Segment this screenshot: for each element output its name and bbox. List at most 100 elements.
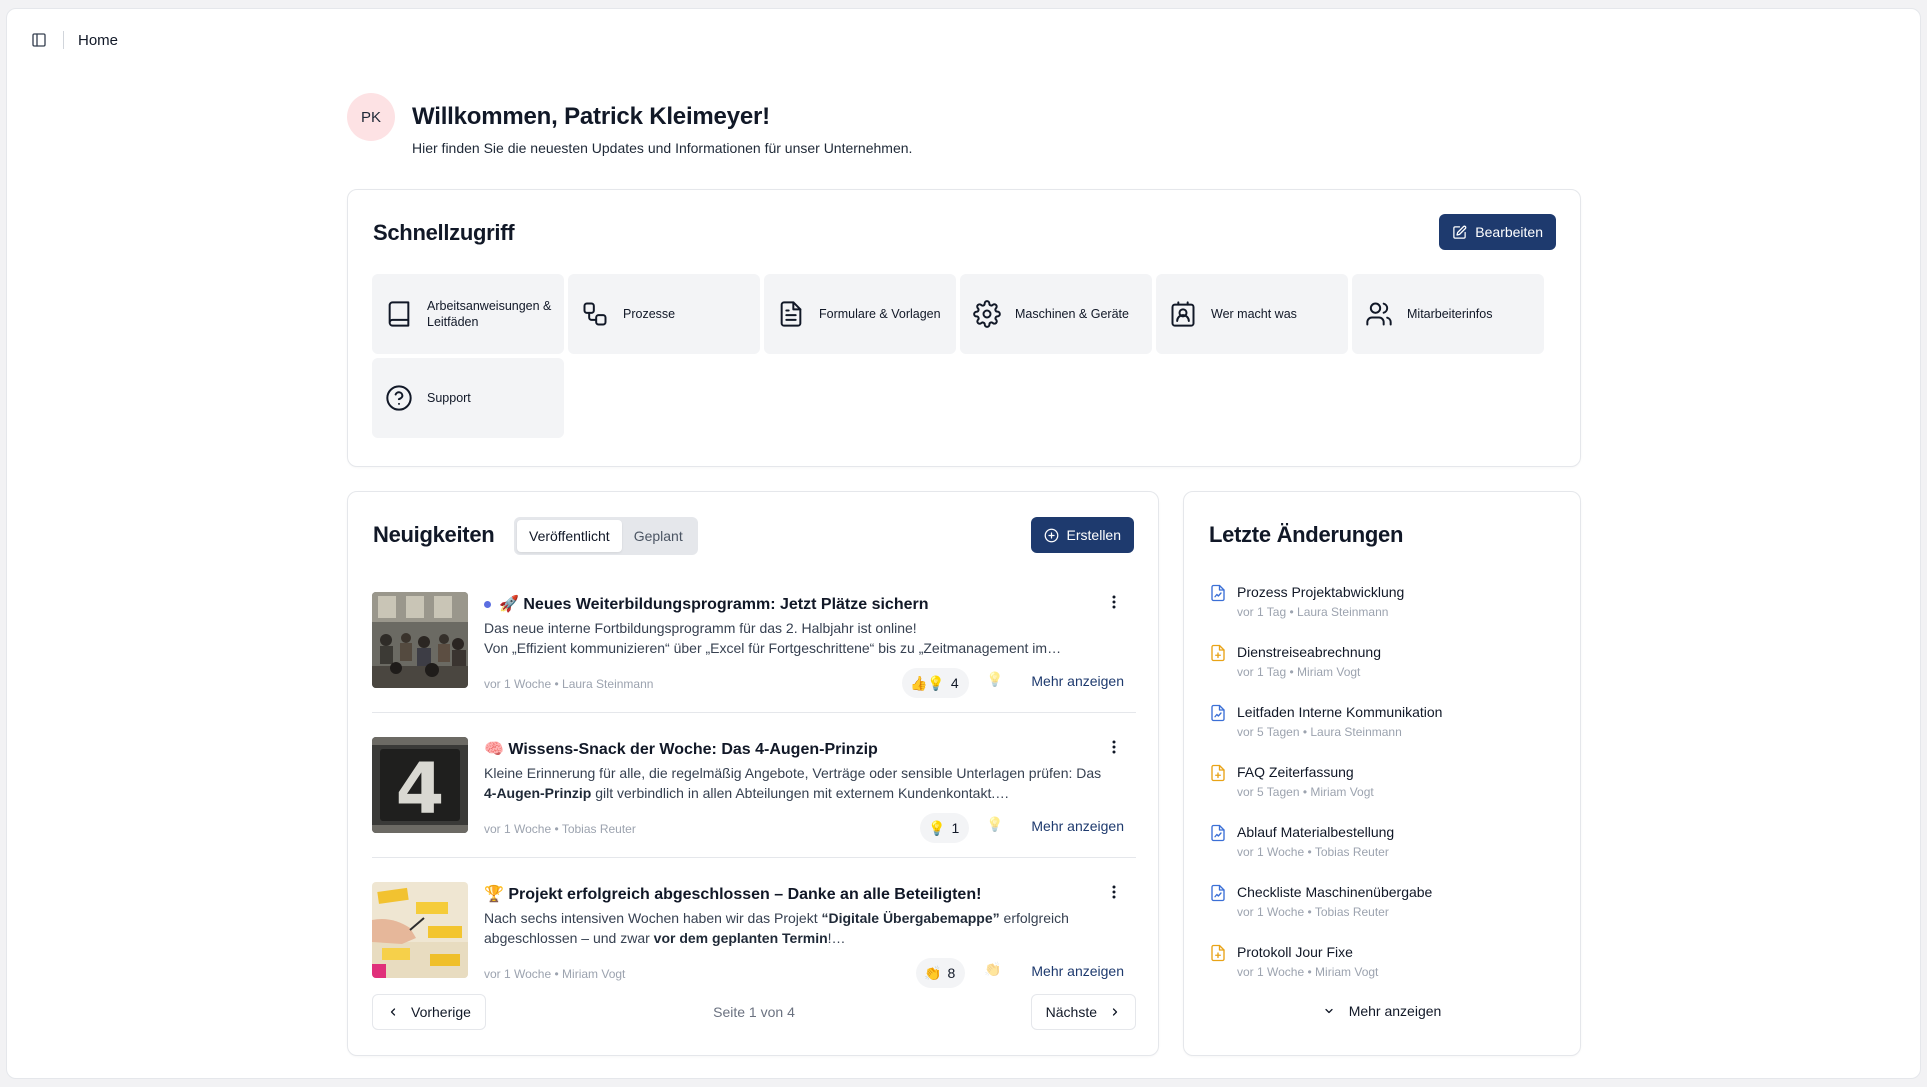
reaction-emoji: 👍💡 — [910, 674, 945, 691]
change-title: Prozess Projektabwicklung — [1237, 584, 1405, 600]
tile-support[interactable]: Support — [372, 358, 564, 438]
show-more-label: Mehr anzeigen — [1348, 1003, 1442, 1019]
post-title[interactable]: 🧠 Wissens-Snack der Woche: Das 4-Augen-P… — [484, 739, 878, 759]
reaction-chip[interactable]: 💡 1 — [920, 813, 970, 843]
post-title[interactable]: 🏆 Projekt erfolgreich abgeschlossen – Da… — [484, 884, 981, 904]
reaction-emoji: 💡 — [928, 819, 946, 836]
workflow-icon — [583, 302, 607, 326]
more-button[interactable]: Mehr anzeigen — [1031, 673, 1124, 689]
more-button[interactable]: Mehr anzeigen — [1031, 818, 1124, 834]
book-icon — [388, 301, 410, 327]
change-meta: vor 5 Tagen • Miriam Vogt — [1237, 785, 1374, 799]
reaction-count: 4 — [950, 675, 959, 691]
news-post[interactable]: 🚀 Neues Weiterbildungsprogramm: Jetzt Pl… — [372, 592, 1136, 713]
post-title-text: 🧠 Wissens-Snack der Woche: Das 4-Augen-P… — [484, 741, 878, 758]
post-excerpt-bold: “Digitale Übergabemappe” — [821, 910, 1000, 926]
avatar[interactable]: PK — [347, 93, 395, 141]
file-text-icon — [780, 301, 802, 327]
change-item[interactable]: Ablauf Materialbestellung vor 1 Woche • … — [1209, 822, 1559, 866]
add-reaction-icon[interactable]: 💡 — [986, 671, 1003, 688]
post-excerpt-bold: 4-Augen-Prinzip — [484, 785, 592, 801]
tile-wer-macht-was[interactable]: Wer macht was — [1156, 274, 1348, 354]
reaction-emoji: 👏 — [924, 964, 942, 981]
page-subtitle: Hier finden Sie die neuesten Updates und… — [412, 140, 913, 156]
change-item[interactable]: Checkliste Maschinenübergabe vor 1 Woche… — [1209, 882, 1559, 926]
tile-arbeitsanweisungen[interactable]: Arbeitsanweisungen & Leitfäden — [372, 274, 564, 354]
tab-scheduled[interactable]: Geplant — [622, 520, 695, 552]
breadcrumb-home[interactable]: Home — [78, 32, 118, 49]
post-excerpt-text: erfolgreich — [999, 910, 1069, 926]
reaction-count: 8 — [947, 965, 956, 981]
post-excerpt-text: Nach sechs intensiven Wochen haben wir d… — [484, 910, 822, 926]
create-button[interactable]: Erstellen — [1030, 517, 1134, 553]
create-button-label: Erstellen — [1066, 527, 1121, 543]
post-excerpt-line: 4-Augen-Prinzip gilt verbindlich in alle… — [484, 783, 1124, 803]
document-blue-icon — [1211, 884, 1225, 902]
help-circle-icon — [386, 385, 412, 411]
topbar-separator — [63, 31, 64, 49]
tile-label: Prozesse — [623, 307, 676, 321]
tab-published[interactable]: Veröffentlicht — [517, 520, 622, 552]
change-title: Protokoll Jour Fixe — [1237, 944, 1353, 960]
tile-maschinen[interactable]: Maschinen & Geräte — [960, 274, 1152, 354]
post-excerpt: Kleine Erinnerung für alle, die regelmäß… — [484, 763, 1124, 803]
change-title: Checkliste Maschinenübergabe — [1237, 884, 1433, 900]
change-time: vor 1 Tag — [1237, 605, 1287, 619]
tile-prozesse[interactable]: Prozesse — [568, 274, 760, 354]
change-title: FAQ Zeiterfassung — [1237, 764, 1354, 780]
tile-label: Support — [427, 391, 471, 405]
more-vertical-icon[interactable] — [1104, 737, 1124, 757]
post-excerpt-line: Nach sechs intensiven Wochen haben wir d… — [484, 908, 1124, 928]
document-blue-icon — [1211, 584, 1225, 602]
change-item[interactable]: Dienstreiseabrechnung vor 1 Tag • Miriam… — [1209, 642, 1559, 686]
change-title: Leitfaden Interne Kommunikation — [1237, 704, 1443, 720]
show-more-changes-button[interactable]: Mehr anzeigen — [1184, 1003, 1580, 1019]
main-content: PK Willkommen, Patrick Kleimeyer! Hier f… — [347, 93, 1581, 1056]
post-excerpt-bold: vor dem geplanten Termin — [653, 930, 828, 946]
plus-circle-icon — [1044, 528, 1058, 542]
change-item[interactable]: Prozess Projektabwicklung vor 1 Tag • La… — [1209, 582, 1559, 626]
gear-icon — [973, 300, 1001, 328]
change-item[interactable]: Leitfaden Interne Kommunikation vor 5 Ta… — [1209, 702, 1559, 746]
change-item[interactable]: Protokoll Jour Fixe vor 1 Woche • Miriam… — [1209, 942, 1559, 986]
change-author: Tobias Reuter — [1314, 905, 1389, 919]
news-post[interactable]: 🏆 Projekt erfolgreich abgeschlossen – Da… — [372, 882, 1136, 1002]
post-divider — [372, 857, 1136, 858]
post-excerpt: Das neue interne Fortbildungsprogramm fü… — [484, 618, 1124, 658]
more-vertical-icon[interactable] — [1104, 592, 1124, 612]
reaction-chip[interactable]: 👏 8 — [916, 958, 966, 988]
change-meta: vor 1 Woche • Tobias Reuter — [1237, 905, 1389, 919]
add-reaction-icon[interactable]: 👏 — [984, 961, 1001, 978]
change-author: Miriam Vogt — [1297, 665, 1361, 679]
post-excerpt-line: Das neue interne Fortbildungsprogramm fü… — [484, 620, 917, 636]
post-time: vor 1 Woche — [484, 822, 552, 836]
quick-access-tiles: Arbeitsanweisungen & Leitfäden Prozesse … — [372, 274, 1552, 438]
add-reaction-icon[interactable]: 💡 — [986, 816, 1003, 833]
tile-mitarbeiterinfos[interactable]: Mitarbeiterinfos — [1352, 274, 1544, 354]
reaction-chip[interactable]: 👍💡 4 — [902, 668, 969, 698]
next-page-button[interactable]: Nächste — [1030, 994, 1136, 1030]
tile-label: Formulare & Vorlagen — [819, 307, 941, 321]
more-button[interactable]: Mehr anzeigen — [1031, 963, 1124, 979]
news-post[interactable]: 4 🧠 Wissens-Snack der Woche: Das 4-Augen… — [372, 737, 1136, 858]
post-title[interactable]: 🚀 Neues Weiterbildungsprogramm: Jetzt Pl… — [484, 594, 929, 614]
post-title-text: 🚀 Neues Weiterbildungsprogramm: Jetzt Pl… — [499, 596, 929, 613]
post-author: Laura Steinmann — [562, 677, 654, 691]
change-meta: vor 1 Woche • Miriam Vogt — [1237, 965, 1379, 979]
post-thumbnail — [372, 592, 468, 688]
tile-formulare[interactable]: Formulare & Vorlagen — [764, 274, 956, 354]
tile-label: Arbeitsanweisungen & Leitfäden — [427, 299, 552, 329]
post-excerpt-line: Von „Effizient kommunizieren“ über „Exce… — [484, 640, 1062, 656]
svg-text:4: 4 — [396, 748, 445, 830]
change-item[interactable]: FAQ Zeiterfassung vor 5 Tagen • Miriam V… — [1209, 762, 1559, 806]
change-time: vor 1 Woche — [1237, 845, 1305, 859]
users-icon — [1366, 302, 1392, 326]
more-vertical-icon[interactable] — [1104, 882, 1124, 902]
change-time: vor 1 Woche — [1237, 965, 1305, 979]
sidebar-toggle-icon[interactable] — [25, 26, 53, 54]
post-excerpt-text: !… — [827, 930, 846, 946]
edit-button[interactable]: Bearbeiten — [1439, 214, 1556, 250]
change-meta: vor 1 Tag • Miriam Vogt — [1237, 665, 1361, 679]
quick-access-card: Schnellzugriff Bearbeiten Arbeitsanweisu… — [347, 189, 1581, 467]
news-title: Neuigkeiten — [373, 522, 495, 547]
